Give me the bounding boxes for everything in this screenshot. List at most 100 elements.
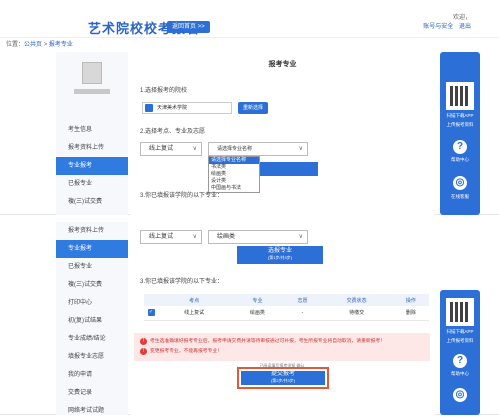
choose-major-button[interactable] (260, 162, 318, 176)
qr-code-icon (446, 82, 474, 110)
major-placeholder: 请选择专业名称 (217, 146, 253, 152)
sidebar-item-print[interactable]: 打印中心 (56, 294, 128, 312)
sidebar-item-scores[interactable]: 专业成绩/结论 (56, 330, 128, 348)
help-center-label[interactable]: 帮助中心 (440, 371, 480, 377)
headset-icon[interactable]: ◎ (453, 176, 467, 190)
exam-type-value: 线上复试 (149, 146, 174, 152)
chevron-down-icon: ∨ (298, 146, 303, 152)
step3-label: 3.你已填报该学院的以下专业： (140, 193, 224, 199)
headset-icon[interactable]: ◎ (453, 388, 467, 402)
screenshot-bottom: 报考资料上传 专业报考 已报专业 複(三)试交费 打印中心 初(复)试结果 专业… (0, 222, 499, 415)
dropdown-option[interactable]: 书法类 (209, 164, 259, 171)
exam-type-select[interactable]: 线上复试 ∨ (140, 142, 202, 156)
help-icon[interactable]: ? (453, 354, 467, 368)
welcome-text: 欢迎， (452, 15, 471, 21)
major-select[interactable]: 请选择专业名称 ∨ (208, 142, 308, 156)
sidebar-item-student-info[interactable]: 考生信息 (56, 121, 128, 139)
user-name-blurred (74, 89, 110, 94)
sidebar-nav: 考生信息 报考资料上传 专业报考 已报专业 複(三)试交费 (56, 121, 128, 211)
step3-label: 3.你已填报该学院的以下专业： (140, 279, 224, 285)
breadcrumb-sep: > (43, 42, 48, 48)
submit-button[interactable]: 提交报考 (第2步/共3步) (241, 371, 325, 385)
qr-code-icon (446, 298, 474, 326)
help-icon[interactable]: ? (453, 140, 467, 154)
dropdown-option[interactable]: 绘画类 (209, 171, 259, 178)
table-row: ✓ 线上复试 绘画类 - 待缴交 删除 (144, 306, 429, 321)
choose-major-label: 选报专业 (267, 248, 292, 254)
major-dropdown[interactable]: 请选择专业名称 书法类 绘画类 设计类 中国画与书法 (208, 156, 260, 193)
logout-link[interactable]: 退出 (459, 24, 471, 30)
table-header-action: 操作 (392, 294, 429, 306)
sidebar-item-wishes[interactable]: 填报专业志愿 (56, 348, 128, 366)
choose-major-step: (第1步/共3步) (267, 255, 293, 260)
chevron-down-icon: ∨ (192, 146, 197, 152)
submit-label: 提交报考 (270, 371, 295, 377)
sidebar-item-upload[interactable]: 报考资料上传 (56, 222, 128, 240)
major-value: 绘画类 (217, 234, 236, 240)
dropdown-option[interactable]: 设计类 (209, 178, 259, 185)
breadcrumb-prefix: 位置： (6, 42, 25, 48)
warning-text: 考生选准确填好报考专业后，报考申请交费并请等待审核通过可补报，考生所报专业将自动… (150, 339, 386, 344)
download-app-label[interactable]: 扫描下载APP (440, 113, 480, 119)
sidebar-nav: 报考资料上传 专业报考 已报专业 複(三)试交费 打印中心 初(复)试结果 专业… (56, 222, 128, 420)
table-header-fee: 交费状态 (320, 294, 393, 306)
sidebar-item-requests[interactable]: 我的申请 (56, 366, 128, 384)
breadcrumb-current: 报考专业 (48, 42, 73, 48)
choose-major-button[interactable]: 选报专业 (第1步/共3步) (237, 246, 323, 264)
sidebar-item-apply[interactable]: 专业报考 (56, 157, 128, 175)
sidebar-item-applied[interactable]: 已报专业 (56, 175, 128, 193)
user-welcome: 欢迎， 账号与安全 退出 (419, 14, 471, 32)
floating-toolbar: 扫描下载APP 上传报考资料 ? 帮助中心 ◎ (440, 290, 480, 415)
chevron-down-icon: ∨ (192, 234, 197, 240)
upload-materials-label[interactable]: 上传报考资料 (440, 122, 480, 128)
sidebar: 报考资料上传 专业报考 已报专业 複(三)试交费 打印中心 初(复)试结果 专业… (56, 222, 128, 415)
reselect-button[interactable]: 重新选择 (238, 102, 269, 114)
upload-materials-label[interactable]: 上传报考资料 (440, 338, 480, 344)
sidebar-item-apply[interactable]: 专业报考 (56, 240, 128, 258)
sidebar-item-payments[interactable]: 交费记录 (56, 384, 128, 402)
step1-label: 1.选择报考的院校 (140, 88, 188, 94)
alert-icon: ! (140, 348, 147, 355)
cell-fee: 待缴交 (320, 306, 393, 321)
dropdown-option[interactable]: 请选择专业名称 (209, 157, 259, 164)
account-security-link[interactable]: 账号与安全 (423, 24, 453, 30)
warning-box: ! 考生选准确填好报考专业后，报考申请交费并请等待审核通过可补报，考生所报专业将自… (134, 333, 430, 361)
exam-type-select[interactable]: 线上复试 ∨ (140, 230, 202, 244)
school-field: 天津美术学院 (142, 102, 232, 114)
step2-label: 2.选择考点、专业及志愿 (140, 129, 206, 135)
table-header-wish: 志愿 (284, 294, 321, 306)
breadcrumb-home[interactable]: 公共页 (24, 42, 42, 48)
breadcrumb: 位置：公共页 > 报考专业 (0, 40, 499, 51)
submit-highlight: 提交报考 (第2步/共3步) (237, 367, 329, 389)
sidebar-item-exam-questions[interactable]: 网络考试试题 (56, 402, 128, 420)
major-select[interactable]: 绘画类 ∨ (208, 230, 308, 244)
table-header-major: 专业 (230, 294, 285, 306)
help-center-label[interactable]: 帮助中心 (440, 157, 480, 163)
delete-link[interactable]: 删除 (392, 306, 429, 321)
alert-icon: ! (140, 338, 147, 345)
sidebar-item-fee[interactable]: 複(三)试交费 (56, 193, 128, 211)
cell-wish: - (284, 306, 321, 321)
applied-majors-table: 考点 专业 志愿 交费状态 操作 ✓ 线上复试 绘画类 - 待缴交 删除 (144, 294, 429, 321)
table-header-check (144, 294, 158, 306)
floating-toolbar: 扫描下载APP 上传报考资料 ? 帮助中心 ◎ 在线客服 (440, 52, 480, 215)
main-panel: 报考专业 1.选择报考的院校 天津美术学院 重新选择 2.选择考点、专业及志愿 … (130, 52, 435, 215)
table-header-exam: 考点 (158, 294, 231, 306)
home-button[interactable]: 返回首页 >> (167, 21, 210, 33)
sidebar-item-applied[interactable]: 已报专业 (56, 258, 128, 276)
exam-type-value: 线上复试 (149, 234, 174, 240)
site-header: 艺术院校校考报名 返回首页 >> 欢迎， 账号与安全 退出 (0, 0, 499, 38)
download-app-label[interactable]: 扫描下载APP (440, 329, 480, 335)
sidebar: 考生信息 报考资料上传 专业报考 已报专业 複(三)试交费 (56, 52, 128, 215)
online-service-label[interactable]: 在线客服 (440, 194, 480, 200)
avatar (82, 62, 102, 84)
sidebar-item-upload[interactable]: 报考资料上传 (56, 139, 128, 157)
cell-exam: 线上复试 (158, 306, 231, 321)
page-title: 报考专业 (268, 61, 297, 68)
warning-text: 变更报考专业，不能再报考专业！ (150, 349, 222, 354)
sidebar-item-fee[interactable]: 複(三)试交费 (56, 276, 128, 294)
chevron-down-icon: ∨ (298, 234, 303, 240)
cell-major: 绘画类 (230, 306, 285, 321)
sidebar-item-results[interactable]: 初(复)试结果 (56, 312, 128, 330)
checkbox[interactable]: ✓ (147, 309, 155, 317)
